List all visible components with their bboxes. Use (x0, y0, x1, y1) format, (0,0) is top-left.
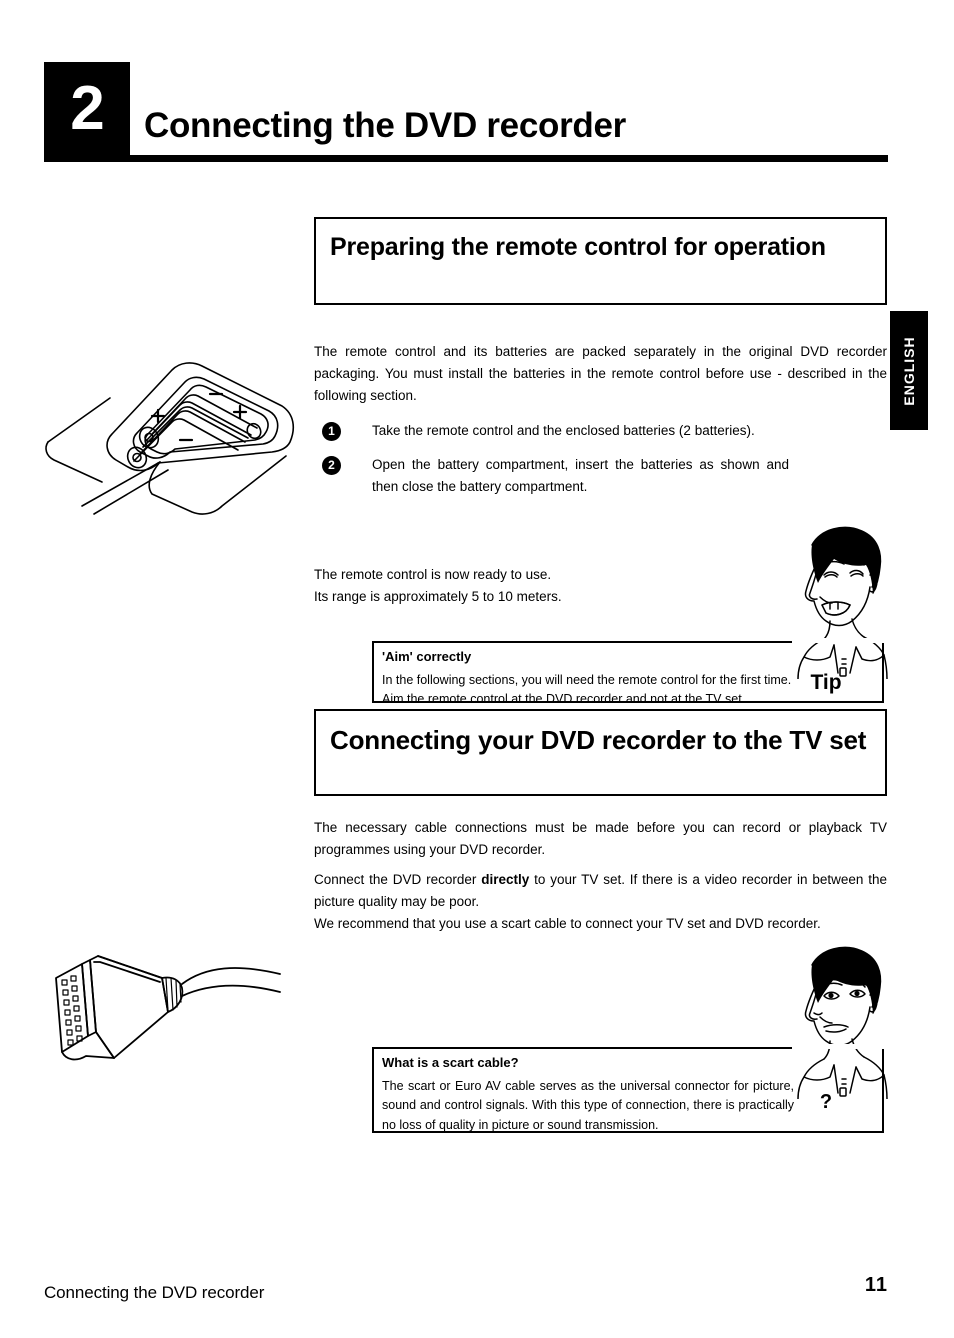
question-callout-title: What is a scart cable? (382, 1055, 519, 1070)
remote-ready-line-2: Its range is approximately 5 to 10 meter… (314, 588, 562, 604)
remote-ready-line-1: The remote control is now ready to use. (314, 567, 552, 582)
section-heading-remote-control: Preparing the remote control for operati… (314, 217, 887, 305)
remote-ready-paragraph: The remote control is now ready to use. … (314, 564, 784, 608)
step-item: 2 Open the battery compartment, insert t… (322, 454, 887, 498)
tip-callout-content: 'Aim' correctly In the following section… (382, 649, 794, 710)
remote-intro-paragraph: The remote control and its batteries are… (314, 344, 887, 403)
question-callout-body: The scart or Euro AV cable serves as the… (382, 1079, 794, 1132)
header-divider-rule (44, 155, 888, 162)
tip-callout-top-gap (792, 638, 886, 643)
chapter-number-badge: 2 (44, 62, 130, 155)
step-number-bullet: 1 (322, 422, 341, 441)
remote-setup-steps: 1 Take the remote control and the enclos… (322, 420, 887, 502)
tvset-paragraph-2-part-1: Connect the DVD recorder (314, 872, 482, 887)
step-text: Take the remote control and the enclosed… (372, 423, 755, 438)
tip-callout-title: 'Aim' correctly (382, 649, 472, 664)
tvset-paragraph-2: Connect the DVD recorder directly to you… (314, 869, 887, 935)
chapter-header: 2 Connecting the DVD recorder (44, 62, 888, 162)
tip-callout-tag: Tip (810, 671, 842, 694)
tvset-paragraph-3: We recommend that you use a scart cable … (314, 915, 821, 931)
tip-callout-body: In the following sections, you will need… (382, 671, 794, 710)
question-callout-top-gap (792, 1044, 886, 1049)
step-item: 1 Take the remote control and the enclos… (322, 420, 887, 450)
tip-callout-body-line-1: In the following sections, you will need… (382, 673, 792, 687)
language-tab: ENGLISH (890, 311, 928, 430)
step-text: Open the battery compartment, insert the… (372, 457, 789, 494)
scart-cable-illustration (42, 940, 284, 1072)
language-tab-label: ENGLISH (901, 335, 917, 406)
remote-control-battery-illustration (42, 330, 304, 530)
question-callout-box: What is a scart cable? The scart or Euro… (372, 1044, 886, 1135)
tip-callout-box: 'Aim' correctly In the following section… (372, 638, 886, 706)
footer-section-label: Connecting the DVD recorder (44, 1283, 265, 1302)
section-heading-tv-set: Connecting your DVD recorder to the TV s… (314, 709, 887, 796)
question-callout-tag: ? (819, 1091, 833, 1113)
tvset-paragraph-1: The necessary cable connections must be … (314, 820, 887, 857)
step-number-bullet: 2 (322, 456, 341, 475)
document-page: 2 Connecting the DVD recorder ENGLISH Pr… (0, 0, 954, 1338)
question-callout-content: What is a scart cable? The scart or Euro… (382, 1055, 794, 1135)
tvset-paragraph-2-emphasis: directly (481, 872, 530, 887)
tip-callout-body-line-2: Aim the remote control at the DVD record… (382, 692, 746, 707)
footer-page-number: 11 (864, 1274, 888, 1296)
chapter-title: Connecting the DVD recorder (144, 106, 626, 145)
